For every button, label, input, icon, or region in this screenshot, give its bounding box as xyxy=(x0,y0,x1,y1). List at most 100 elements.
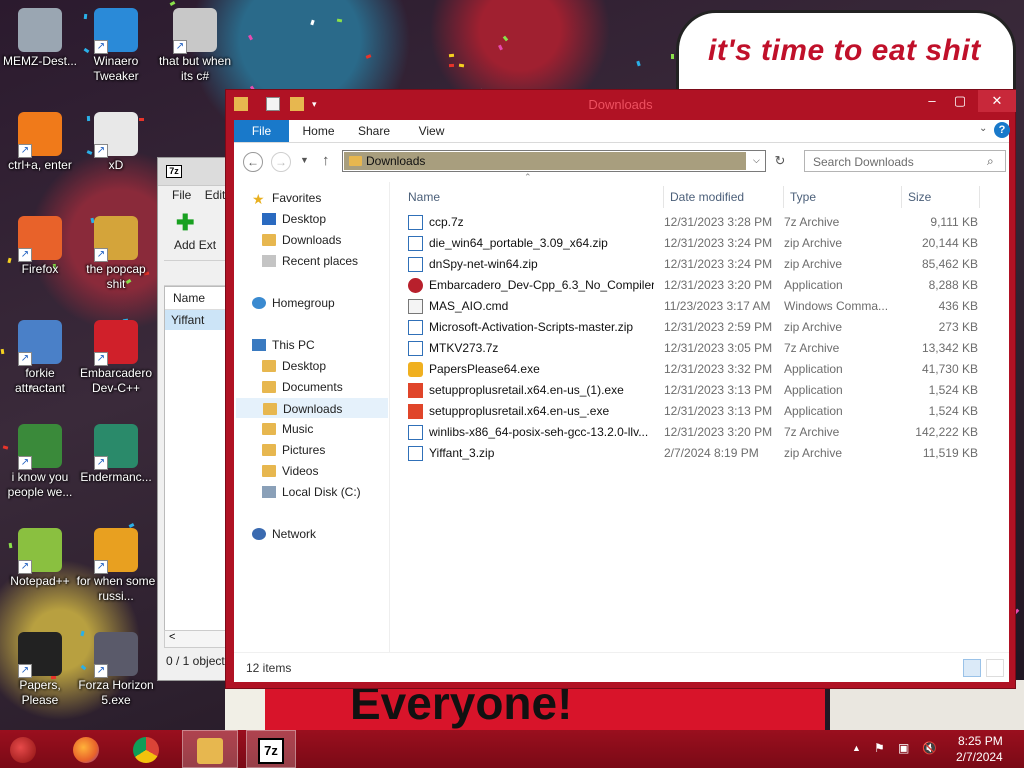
file-list[interactable]: ⌃ Name Date modified Type Size ccp.7z 12/… xyxy=(402,172,1009,652)
recent-locations-icon[interactable]: ▼ xyxy=(300,155,309,165)
refresh-button[interactable]: ↻ xyxy=(770,151,790,171)
sevenzip-add-button[interactable]: Add Ext xyxy=(174,238,216,252)
tab-share[interactable]: Share xyxy=(354,120,394,142)
taskbar-firefox[interactable] xyxy=(62,730,110,768)
column-size[interactable]: Size xyxy=(902,186,980,208)
up-button[interactable]: ↑ xyxy=(322,152,330,169)
desktop-icon[interactable]: ↗ Notepad++ xyxy=(0,528,80,589)
column-date-modified[interactable]: Date modified xyxy=(664,186,784,208)
file-row[interactable]: Yiffant_3.zip 2/7/2024 8:19 PM zip Archive… xyxy=(402,443,1002,464)
file-name: winlibs-x86_64-posix-seh-gcc-13.2.0-llv.… xyxy=(429,425,649,439)
address-text[interactable]: Downloads xyxy=(366,154,425,168)
desktop-icon[interactable]: ↗ Endermanc... xyxy=(76,424,156,485)
show-hidden-icons-icon[interactable]: ▲ xyxy=(852,743,861,753)
expand-ribbon-icon[interactable]: ⌄ xyxy=(979,123,987,134)
volume-muted-icon[interactable]: 🔇 xyxy=(922,741,937,755)
file-type: 7z Archive xyxy=(784,215,840,229)
search-icon[interactable]: ⌕ xyxy=(987,154,994,169)
clock-time[interactable]: 8:25 PM xyxy=(958,734,1003,748)
sevenzip-menu-edit[interactable]: Edit xyxy=(205,188,226,202)
desktop-icon[interactable]: ↗ Papers, Please xyxy=(0,632,80,708)
explorer-titlebar[interactable]: ▾ Downloads – ▢ ✕ xyxy=(226,90,1016,120)
start-button[interactable] xyxy=(10,737,36,763)
search-input[interactable]: Search Downloads ⌕ xyxy=(804,150,1006,172)
taskbar-file-explorer[interactable] xyxy=(182,730,238,768)
file-size: 41,730 KB xyxy=(921,362,978,376)
sevenzip-column-name[interactable]: Name xyxy=(165,287,225,310)
sevenzip-menu-file[interactable]: File xyxy=(172,188,191,202)
desktop-icon[interactable]: ↗ Embarcadero Dev-C++ xyxy=(76,320,156,396)
taskbar-7zip[interactable]: 7z xyxy=(246,730,296,768)
sevenzip-hscrollbar[interactable]: < xyxy=(164,630,226,648)
file-row[interactable]: ccp.7z 12/31/2023 3:28 PM 7z Archive 9,111 … xyxy=(402,212,1002,233)
explorer-window[interactable]: ▾ Downloads – ▢ ✕ File Home Share View ⌄… xyxy=(225,89,1016,689)
forward-button[interactable]: → xyxy=(271,152,291,172)
desktop-icon[interactable]: MEMZ-Dest... xyxy=(0,8,80,69)
nav-documents[interactable]: Documents xyxy=(262,377,343,397)
column-name[interactable]: Name xyxy=(402,186,664,208)
nav-music[interactable]: Music xyxy=(262,419,313,439)
file-row[interactable]: dnSpy-net-win64.zip 12/31/2023 3:24 PM zip… xyxy=(402,254,1002,275)
desktop-icon[interactable]: ↗ that but when its c# xyxy=(155,8,235,84)
file-row[interactable]: setupproplusretail.x64.en-us_.exe 12/31/2… xyxy=(402,401,1002,422)
nav-recent-places[interactable]: Recent places xyxy=(262,251,358,271)
nav-pc-desktop[interactable]: Desktop xyxy=(262,356,326,376)
desktop-icon[interactable]: ↗ i know you people we... xyxy=(0,424,80,500)
file-row[interactable]: Microsoft-Activation-Scripts-master.zip 1… xyxy=(402,317,1002,338)
details-view-button[interactable] xyxy=(963,659,981,677)
minimize-button[interactable]: – xyxy=(918,90,946,112)
tab-file[interactable]: File xyxy=(234,120,289,142)
file-name: setupproplusretail.x64.en-us_(1).exe xyxy=(429,383,624,397)
help-icon[interactable]: ? xyxy=(994,122,1010,138)
file-row[interactable]: die_win64_portable_3.09_x64.zip 12/31/202… xyxy=(402,233,1002,254)
nav-pc-downloads[interactable]: Downloads xyxy=(236,398,388,418)
taskbar-chrome[interactable] xyxy=(122,730,170,768)
clock-date[interactable]: 2/7/2024 xyxy=(956,750,1003,764)
file-row[interactable]: winlibs-x86_64-posix-seh-gcc-13.2.0-llv.… xyxy=(402,422,1002,443)
nav-downloads[interactable]: Downloads xyxy=(262,230,341,250)
column-type[interactable]: Type xyxy=(784,186,902,208)
action-center-flag-icon[interactable]: ⚑ xyxy=(874,741,885,755)
nav-pictures[interactable]: Pictures xyxy=(262,440,325,460)
file-row[interactable]: MTKV273.7z 12/31/2023 3:05 PM 7z Archive 13… xyxy=(402,338,1002,359)
desktop-icon[interactable]: ↗ Winaero Tweaker xyxy=(76,8,156,84)
nav-homegroup[interactable]: Homegroup xyxy=(252,293,335,313)
nav-videos[interactable]: Videos xyxy=(262,461,318,481)
add-plus-icon[interactable]: ✚ xyxy=(176,212,194,234)
back-button[interactable]: ← xyxy=(243,152,263,172)
desktop-icon[interactable]: ↗ Firefox xyxy=(0,216,80,277)
tab-home[interactable]: Home xyxy=(296,120,341,142)
sevenzip-extract-button[interactable]: Ext xyxy=(199,238,216,252)
file-row[interactable]: setupproplusretail.x64.en-us_(1).exe 12/3… xyxy=(402,380,1002,401)
desktop-icon[interactable]: ↗ the popcap shit xyxy=(76,216,156,292)
network-status-icon[interactable]: ▣ xyxy=(898,741,909,755)
sevenzip-list-item[interactable]: Yiffant xyxy=(165,310,225,330)
shortcut-arrow-icon: ↗ xyxy=(18,456,32,470)
address-dropdown-icon[interactable]: ⌵ xyxy=(753,155,760,166)
nav-local-disk[interactable]: Local Disk (C:) xyxy=(262,482,361,502)
sevenzip-file-list[interactable]: Name Yiffant xyxy=(164,286,226,636)
address-bar[interactable]: Downloads ⌵ xyxy=(342,150,766,172)
stacked-windows-icon: ↗ xyxy=(173,8,217,54)
maximize-button[interactable]: ▢ xyxy=(946,90,974,112)
confetti-piece xyxy=(169,0,176,7)
nav-favorites[interactable]: ★ Favorites xyxy=(252,188,321,208)
close-button[interactable]: ✕ xyxy=(978,90,1016,112)
desktop-icon[interactable]: ↗ Forza Horizon 5.exe xyxy=(76,632,156,708)
large-icons-view-button[interactable] xyxy=(986,659,1004,677)
desktop-icon-label: Notepad++ xyxy=(10,574,70,588)
nav-desktop[interactable]: Desktop xyxy=(262,209,326,229)
nav-network[interactable]: Network xyxy=(252,524,316,544)
papers-please-icon: ↗ xyxy=(18,632,62,678)
file-row[interactable]: Embarcadero_Dev-Cpp_6.3_No_Compiler... 12… xyxy=(402,275,1002,296)
tab-view[interactable]: View xyxy=(414,120,449,142)
desktop-icon[interactable]: ↗ for when some russi... xyxy=(76,528,156,604)
settings-monitor-icon: ↗ xyxy=(18,320,62,366)
file-row[interactable]: PapersPlease64.exe 12/31/2023 3:32 PM Appl… xyxy=(402,359,1002,380)
desktop-icon[interactable]: ↗ forkie attractant xyxy=(0,320,80,396)
desktop-icon[interactable]: ↗ ctrl+a, enter xyxy=(0,112,80,173)
file-row[interactable]: MAS_AIO.cmd 11/23/2023 3:17 AM Windows Com… xyxy=(402,296,1002,317)
desktop-icon[interactable]: ↗ xD xyxy=(76,112,156,173)
sevenzip-window[interactable]: 7z File Edit ✚ Add Ext Name Yiffant < 0 … xyxy=(157,157,227,681)
nav-this-pc[interactable]: This PC xyxy=(252,335,315,355)
